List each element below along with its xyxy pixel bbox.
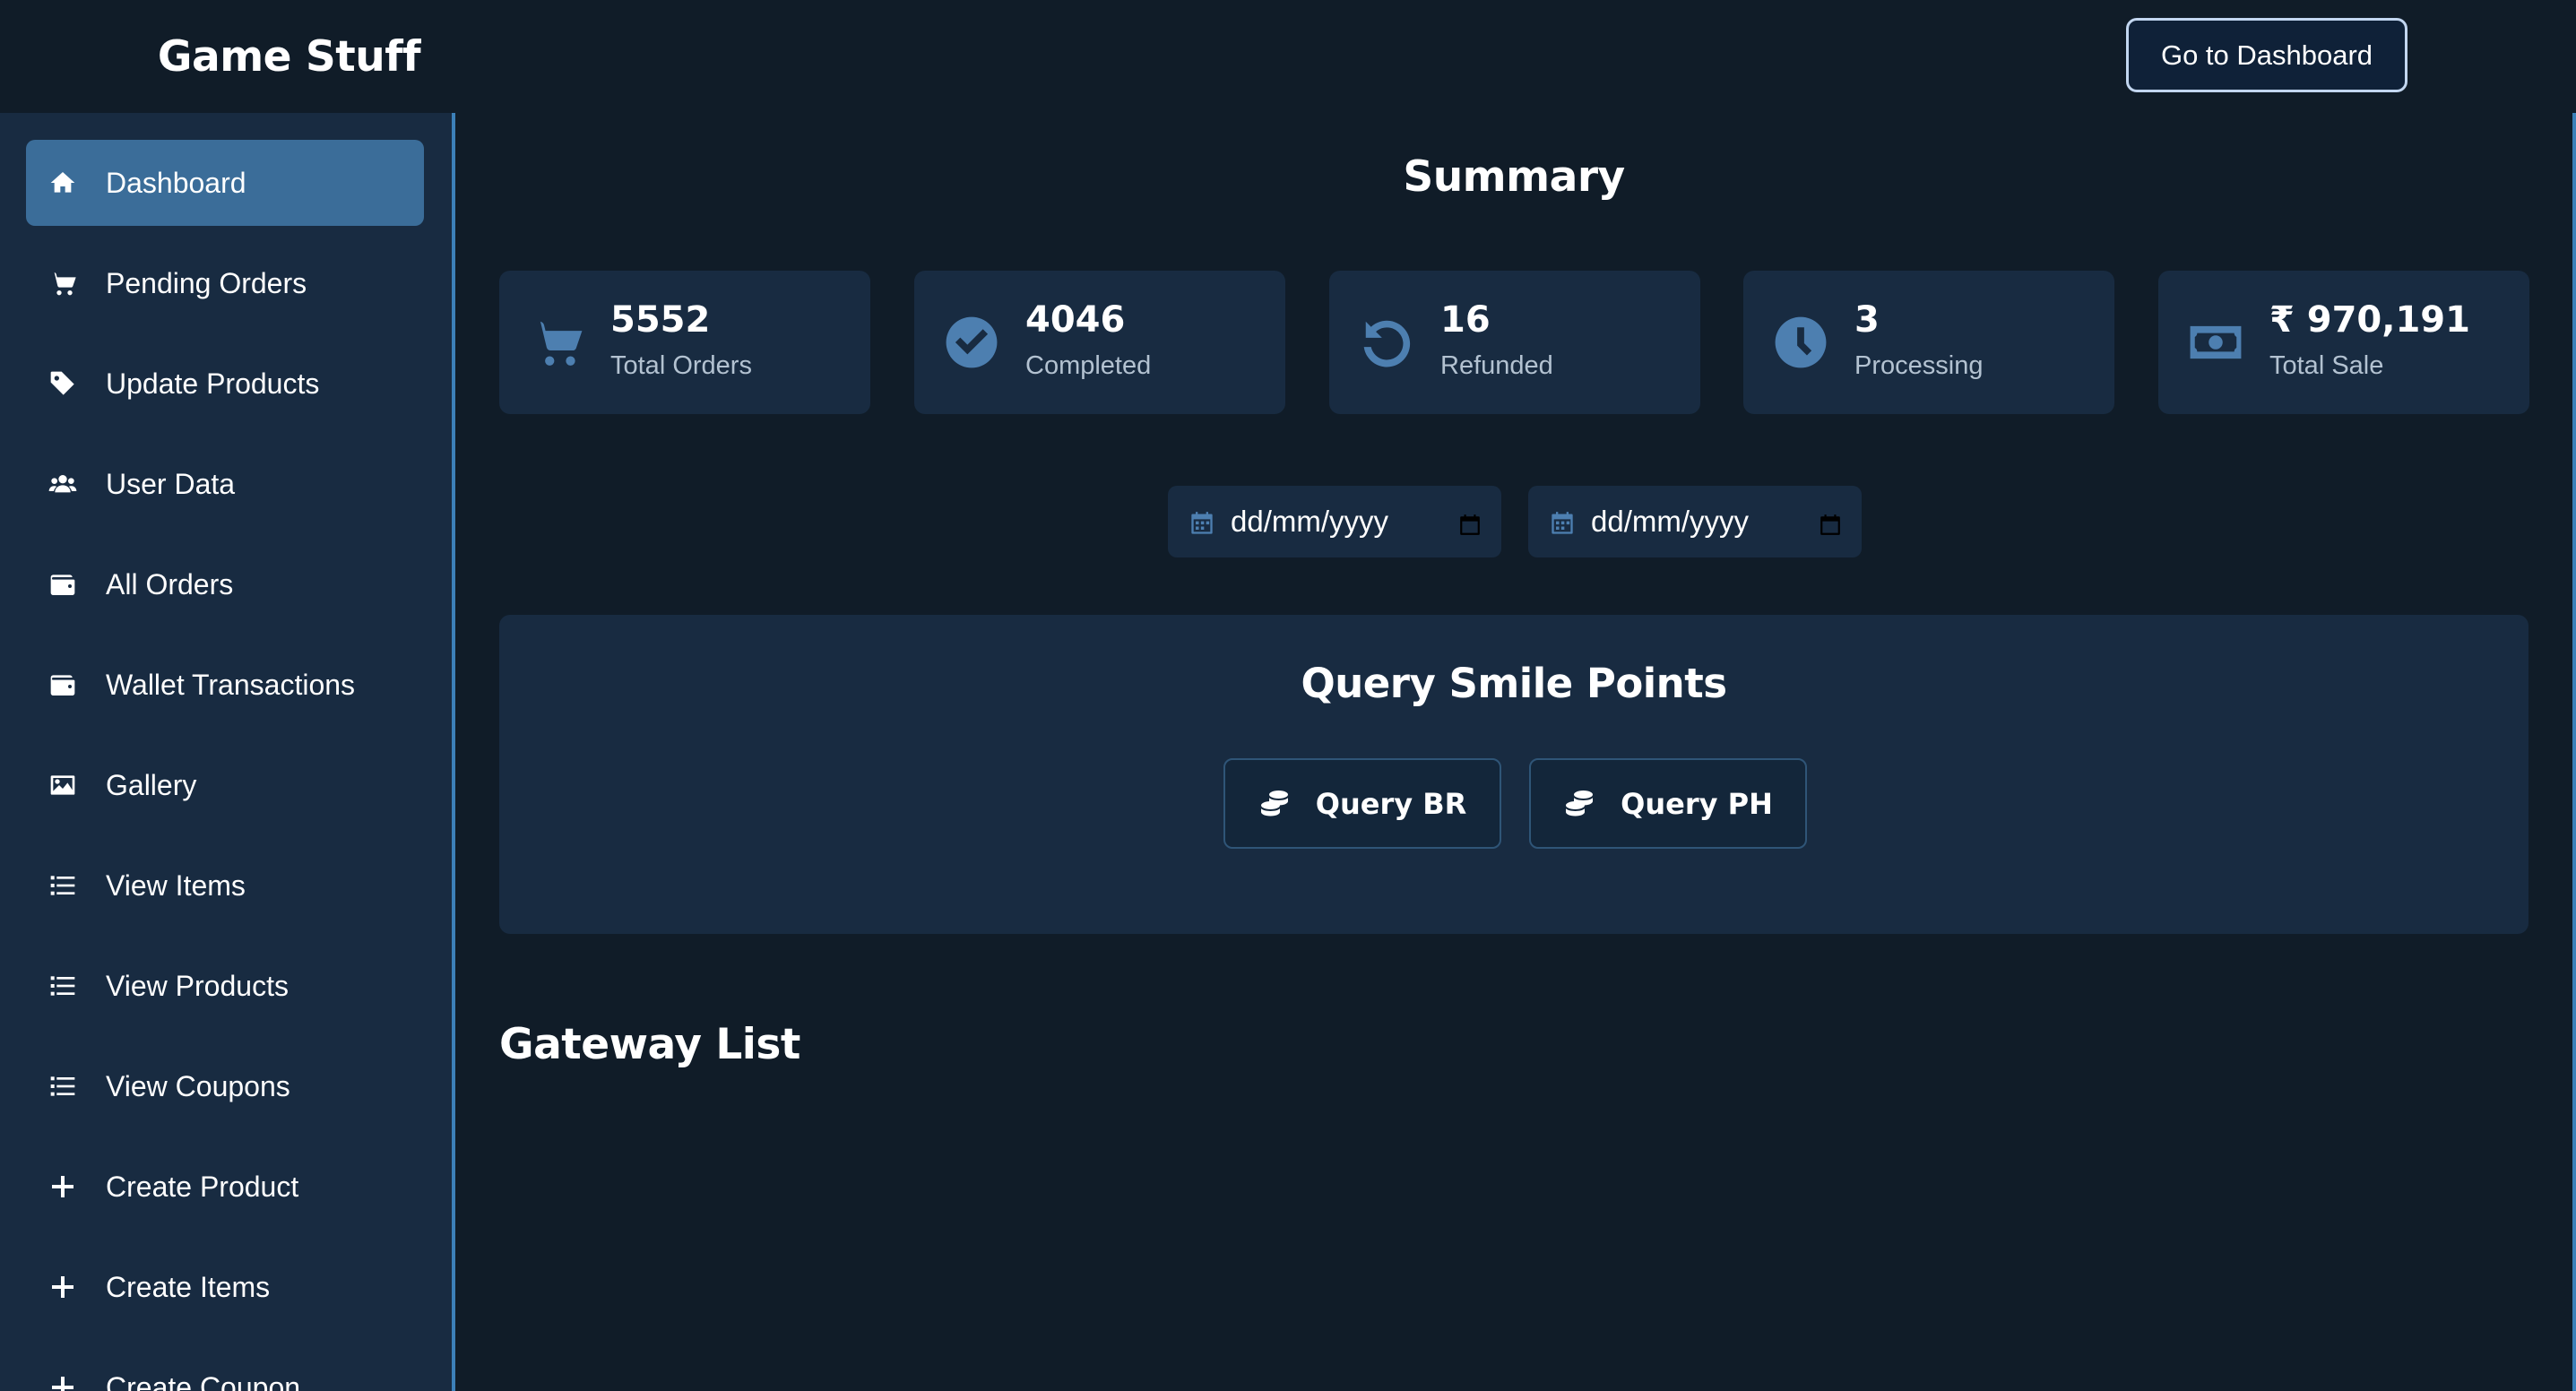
stat-label: Processing bbox=[1854, 351, 1984, 380]
stat-card-total-orders: 5552 Total Orders bbox=[499, 271, 870, 414]
date-placeholder: dd/mm/yyyy bbox=[1591, 505, 1750, 538]
end-date-input[interactable]: dd/mm/yyyy bbox=[1528, 486, 1862, 557]
tag-icon bbox=[47, 367, 79, 400]
smile-points-title: Query Smile Points bbox=[1301, 660, 1728, 707]
plus-icon bbox=[47, 1271, 79, 1303]
calendar-picker-icon[interactable] bbox=[1458, 510, 1482, 533]
sidebar-item-view-products[interactable]: View Products bbox=[26, 943, 424, 1029]
stat-label: Completed bbox=[1025, 351, 1152, 380]
plus-icon bbox=[47, 1371, 79, 1391]
cart-icon bbox=[528, 314, 585, 371]
sidebar-item-label: Update Products bbox=[106, 367, 320, 400]
wallet-icon bbox=[47, 568, 79, 600]
smile-points-panel: Query Smile Points Query BR Query PH bbox=[499, 615, 2528, 934]
stat-value: 4046 bbox=[1025, 299, 1126, 341]
sidebar-item-label: Create Items bbox=[106, 1270, 271, 1303]
wallet-icon bbox=[47, 669, 79, 701]
calendar-picker-icon[interactable] bbox=[1819, 510, 1842, 533]
sidebar-item-label: Dashboard bbox=[106, 166, 246, 199]
list-icon bbox=[47, 1070, 79, 1102]
sidebar-item-label: Gallery bbox=[106, 768, 197, 801]
stat-card-refunded: 16 Refunded bbox=[1329, 271, 1700, 414]
query-ph-button[interactable]: Query PH bbox=[1529, 758, 1807, 849]
sidebar: Dashboard Pending Orders Update Products… bbox=[0, 113, 455, 1391]
sidebar-item-update-products[interactable]: Update Products bbox=[26, 341, 424, 427]
money-bill-icon bbox=[2187, 314, 2244, 371]
sidebar-item-wallet-transactions[interactable]: Wallet Transactions bbox=[26, 642, 424, 728]
query-br-label: Query BR bbox=[1315, 786, 1467, 821]
go-to-dashboard-button[interactable]: Go to Dashboard bbox=[2126, 18, 2407, 92]
coins-icon bbox=[1258, 788, 1291, 820]
sidebar-item-view-items[interactable]: View Items bbox=[26, 842, 424, 929]
image-icon bbox=[47, 769, 79, 801]
check-circle-icon bbox=[943, 314, 1000, 371]
stat-label: Total Sale bbox=[2269, 351, 2384, 380]
list-icon bbox=[47, 869, 79, 902]
stat-value: ₹ 970,191 bbox=[2269, 299, 2470, 341]
sidebar-item-label: User Data bbox=[106, 467, 236, 500]
sidebar-item-dashboard[interactable]: Dashboard bbox=[26, 140, 424, 226]
sidebar-item-pending-orders[interactable]: Pending Orders bbox=[26, 240, 424, 326]
scrollbar-edge[interactable] bbox=[2572, 113, 2576, 1391]
sidebar-item-label: Create Coupon bbox=[106, 1370, 301, 1391]
sidebar-item-label: View Products bbox=[106, 969, 289, 1002]
calendar-icon bbox=[1550, 509, 1575, 534]
query-br-button[interactable]: Query BR bbox=[1223, 758, 1501, 849]
coins-icon bbox=[1563, 788, 1595, 820]
clock-icon bbox=[1772, 314, 1829, 371]
sidebar-item-view-coupons[interactable]: View Coupons bbox=[26, 1043, 424, 1129]
sidebar-item-create-product[interactable]: Create Product bbox=[26, 1144, 424, 1230]
cart-icon bbox=[47, 267, 79, 299]
sidebar-item-gallery[interactable]: Gallery bbox=[26, 742, 424, 828]
stat-card-completed: 4046 Completed bbox=[914, 271, 1285, 414]
stat-value: 3 bbox=[1854, 299, 1880, 341]
calendar-icon bbox=[1189, 509, 1215, 534]
stat-label: Refunded bbox=[1440, 351, 1553, 380]
sidebar-item-label: Create Product bbox=[106, 1170, 299, 1203]
sidebar-item-label: View Coupons bbox=[106, 1069, 290, 1102]
sidebar-item-label: Wallet Transactions bbox=[106, 668, 356, 701]
stat-card-processing: 3 Processing bbox=[1743, 271, 2114, 414]
undo-icon bbox=[1358, 314, 1415, 371]
sidebar-item-all-orders[interactable]: All Orders bbox=[26, 541, 424, 627]
start-date-input[interactable]: dd/mm/yyyy bbox=[1168, 486, 1501, 557]
stat-value: 16 bbox=[1440, 299, 1491, 341]
list-icon bbox=[47, 970, 79, 1002]
summary-title: Summary bbox=[1403, 152, 1625, 202]
stat-card-total-sale: ₹ 970,191 Total Sale bbox=[2158, 271, 2529, 414]
stat-label: Total Orders bbox=[610, 351, 752, 380]
plus-icon bbox=[47, 1171, 79, 1203]
users-icon bbox=[47, 468, 79, 500]
sidebar-item-label: Pending Orders bbox=[106, 266, 307, 299]
gateway-list-title: Gateway List bbox=[499, 1020, 800, 1069]
brand-title: Game Stuff bbox=[157, 31, 421, 82]
sidebar-item-label: View Items bbox=[106, 868, 246, 902]
stat-value: 5552 bbox=[610, 299, 711, 341]
sidebar-item-label: All Orders bbox=[106, 567, 234, 600]
home-icon bbox=[47, 167, 79, 199]
sidebar-item-user-data[interactable]: User Data bbox=[26, 441, 424, 527]
date-placeholder: dd/mm/yyyy bbox=[1231, 505, 1389, 538]
sidebar-item-create-items[interactable]: Create Items bbox=[26, 1244, 424, 1330]
sidebar-item-create-coupon[interactable]: Create Coupon bbox=[26, 1344, 424, 1391]
top-bar: Game Stuff Go to Dashboard bbox=[0, 0, 2576, 113]
query-ph-label: Query PH bbox=[1621, 786, 1773, 821]
